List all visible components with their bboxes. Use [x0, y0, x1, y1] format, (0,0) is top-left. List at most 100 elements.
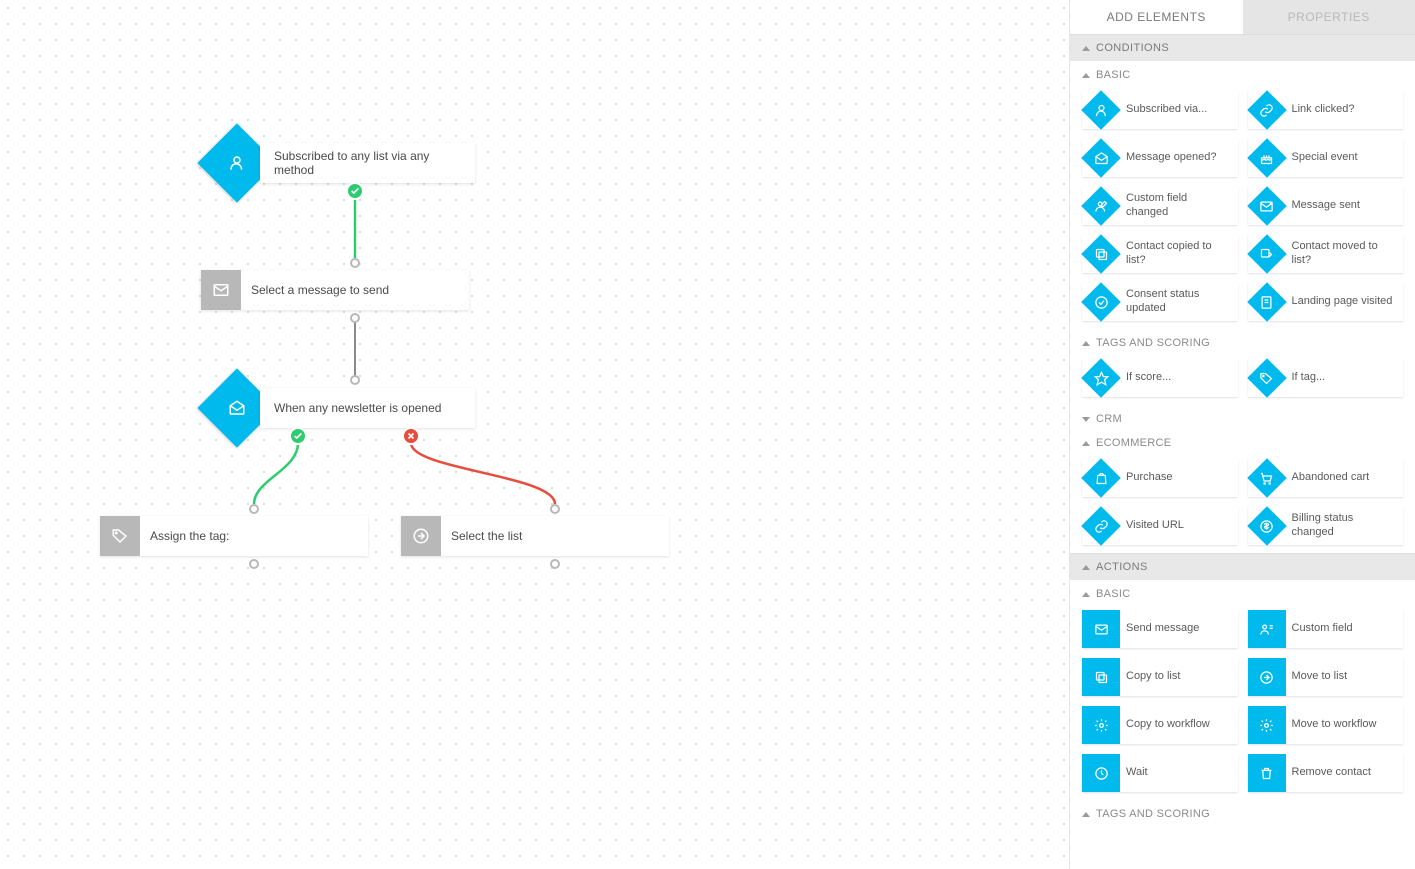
mail-icon	[1082, 610, 1120, 648]
section-conditions[interactable]: CONDITIONS	[1070, 34, 1415, 61]
copy-icon	[1082, 658, 1120, 696]
cart-icon	[1248, 459, 1286, 497]
subsection-basic[interactable]: BASIC	[1070, 61, 1415, 85]
node-newsletter-opened[interactable]: When any newsletter is opened	[260, 388, 475, 428]
connector-dot[interactable]	[249, 559, 259, 569]
node-subscribed-condition[interactable]: Subscribed to any list via any method	[260, 143, 475, 183]
tag-icon	[111, 527, 129, 545]
mail-open-icon	[228, 399, 246, 417]
palette-item-label: Custom field	[1286, 622, 1361, 636]
sidebar-tabs: ADD ELEMENTS PROPERTIES	[1070, 0, 1415, 34]
palette-item[interactable]: Purchase	[1082, 459, 1238, 497]
palette-item-label: Subscribed via...	[1120, 103, 1215, 117]
palette-item-label: Send message	[1120, 622, 1207, 636]
subsection-actions-basic[interactable]: BASIC	[1070, 580, 1415, 604]
tab-add-elements[interactable]: ADD ELEMENTS	[1070, 0, 1243, 34]
palette-item[interactable]: Custom field changed	[1082, 187, 1238, 225]
palette-item-label: Abandoned cart	[1286, 471, 1378, 485]
palette-item-label: Contact copied to list?	[1120, 240, 1238, 268]
person-icon	[1082, 91, 1120, 129]
node-label: Select a message to send	[241, 270, 403, 310]
palette-item[interactable]: If tag...	[1248, 359, 1404, 397]
mailopen-icon	[1082, 139, 1120, 177]
palette-item[interactable]: Move to list	[1248, 658, 1404, 696]
node-select-list[interactable]: Select the list	[401, 516, 669, 556]
palette-item[interactable]: If score...	[1082, 359, 1238, 397]
chevron-down-icon	[1082, 417, 1090, 422]
palette-item-label: Link clicked?	[1286, 103, 1363, 117]
palette-item-label: Message sent	[1286, 199, 1368, 213]
node-label: Select the list	[441, 516, 536, 556]
clock-icon	[1082, 754, 1120, 792]
personfield-icon	[1248, 610, 1286, 648]
tab-properties[interactable]: PROPERTIES	[1243, 0, 1415, 34]
palette-item[interactable]: Message opened?	[1082, 139, 1238, 177]
palette-item[interactable]: Wait	[1082, 754, 1238, 792]
palette-item[interactable]: Move to workflow	[1248, 706, 1404, 744]
page-icon	[1248, 283, 1286, 321]
actions-basic-grid: Send message Custom field Copy to list Move…	[1070, 604, 1415, 800]
palette-item[interactable]: Send message	[1082, 610, 1238, 648]
chevron-up-icon	[1082, 592, 1090, 597]
palette-item-label: Consent status updated	[1120, 288, 1238, 316]
conditions-tags-grid: If score... If tag...	[1070, 353, 1415, 405]
palette-item-label: Billing status changed	[1286, 512, 1404, 540]
node-assign-tag[interactable]: Assign the tag:	[100, 516, 368, 556]
chevron-up-icon	[1082, 73, 1090, 78]
workflow-canvas[interactable]: Subscribed to any list via any method Se…	[0, 0, 1069, 869]
connector-dot[interactable]	[350, 258, 360, 268]
connector-dot[interactable]	[350, 375, 360, 385]
palette-item-label: Custom field changed	[1120, 192, 1238, 220]
connector-dot[interactable]	[249, 504, 259, 514]
palette-item[interactable]: Custom field	[1248, 610, 1404, 648]
tag-icon	[1248, 359, 1286, 397]
palette-item[interactable]: Landing page visited	[1248, 283, 1404, 321]
palette-item[interactable]: Remove contact	[1248, 754, 1404, 792]
url-icon	[1082, 507, 1120, 545]
palette-item[interactable]: Copy to list	[1082, 658, 1238, 696]
sidebar: ADD ELEMENTS PROPERTIES CONDITIONS BASIC…	[1069, 0, 1415, 869]
mailsent-icon	[1248, 187, 1286, 225]
subsection-tags-scoring[interactable]: TAGS AND SCORING	[1070, 329, 1415, 353]
palette-item-label: Copy to list	[1120, 670, 1188, 684]
palette-item[interactable]: Special event	[1248, 139, 1404, 177]
chevron-up-icon	[1082, 341, 1090, 346]
palette-item[interactable]: Consent status updated	[1082, 283, 1238, 321]
x-icon	[406, 431, 416, 441]
gear-icon	[1248, 706, 1286, 744]
person-icon	[228, 154, 246, 172]
palette-item[interactable]: Billing status changed	[1248, 507, 1404, 545]
palette-item[interactable]: Contact moved to list?	[1248, 235, 1404, 273]
gear-icon	[1082, 706, 1120, 744]
connector-dot[interactable]	[350, 313, 360, 323]
palette-item-label: Move to workflow	[1286, 718, 1385, 732]
palette-item[interactable]: Copy to workflow	[1082, 706, 1238, 744]
node-select-message[interactable]: Select a message to send	[201, 270, 469, 310]
conditions-basic-grid: Subscribed via... Link clicked? Message op…	[1070, 85, 1415, 329]
chevron-up-icon	[1082, 565, 1090, 570]
palette-item[interactable]: Message sent	[1248, 187, 1404, 225]
palette-item-label: Visited URL	[1120, 519, 1192, 533]
palette-item[interactable]: Visited URL	[1082, 507, 1238, 545]
palette-item-label: Message opened?	[1120, 151, 1225, 165]
palette-item-label: Purchase	[1120, 471, 1180, 485]
connector-dot[interactable]	[550, 559, 560, 569]
node-label: When any newsletter is opened	[274, 401, 441, 415]
connector-dot[interactable]	[550, 504, 560, 514]
subsection-crm[interactable]: CRM	[1070, 405, 1415, 429]
palette-item[interactable]: Abandoned cart	[1248, 459, 1404, 497]
mail-icon	[212, 281, 230, 299]
star-icon	[1082, 359, 1120, 397]
section-actions[interactable]: ACTIONS	[1070, 553, 1415, 580]
palette-item-label: Contact moved to list?	[1286, 240, 1404, 268]
copy-icon	[1082, 235, 1120, 273]
palette-item[interactable]: Contact copied to list?	[1082, 235, 1238, 273]
subsection-ecommerce[interactable]: ECOMMERCE	[1070, 429, 1415, 453]
palette-item-label: Copy to workflow	[1120, 718, 1218, 732]
palette-item[interactable]: Link clicked?	[1248, 91, 1404, 129]
no-badge	[402, 427, 420, 445]
subsection-actions-tags[interactable]: TAGS AND SCORING	[1070, 800, 1415, 824]
palette-item-label: Special event	[1286, 151, 1366, 165]
palette-item[interactable]: Subscribed via...	[1082, 91, 1238, 129]
check-icon	[350, 186, 360, 196]
